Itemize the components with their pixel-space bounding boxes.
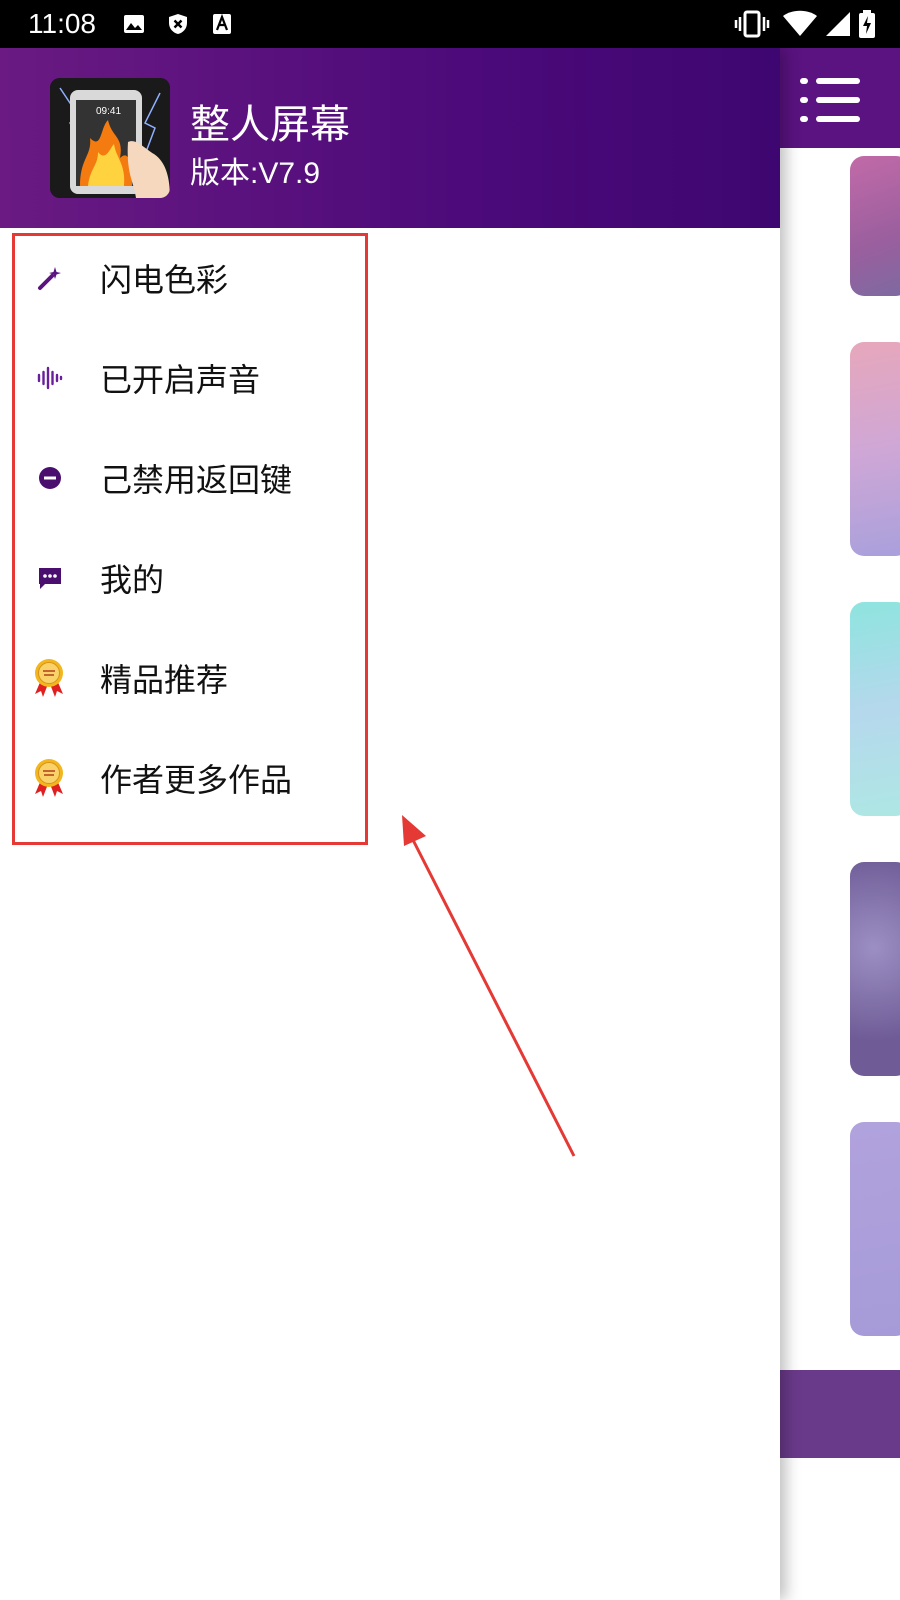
wallpaper-thumbnail[interactable] bbox=[850, 862, 900, 1076]
signal-icon bbox=[826, 12, 850, 36]
vibrate-icon bbox=[734, 10, 770, 38]
shield-x-icon bbox=[169, 14, 187, 34]
battery-charging-icon bbox=[859, 10, 875, 38]
wallpaper-thumbnail[interactable] bbox=[850, 602, 900, 816]
menu-icon[interactable] bbox=[800, 78, 860, 122]
font-a-icon bbox=[213, 13, 231, 34]
wallpaper-thumbnail[interactable] bbox=[850, 1122, 900, 1336]
app-logo: 09:41 bbox=[50, 78, 170, 198]
wifi-icon bbox=[783, 10, 817, 36]
app-title: 整人屏幕 bbox=[190, 103, 350, 147]
wallpaper-thumbnail[interactable] bbox=[850, 342, 900, 556]
app-version: 版本:V7.9 bbox=[190, 157, 321, 190]
image-icon bbox=[124, 15, 144, 33]
status-bar: 11:08 bbox=[0, 0, 900, 48]
annotation-highlight-box bbox=[12, 233, 368, 845]
drawer-header: 09:41 整人屏幕 版本:V7.9 bbox=[0, 48, 780, 228]
svg-text:09:41: 09:41 bbox=[96, 106, 121, 117]
status-time: 11:08 bbox=[28, 8, 96, 39]
background-bottom-bar bbox=[780, 1370, 900, 1458]
wallpaper-thumbnail[interactable] bbox=[850, 156, 900, 296]
